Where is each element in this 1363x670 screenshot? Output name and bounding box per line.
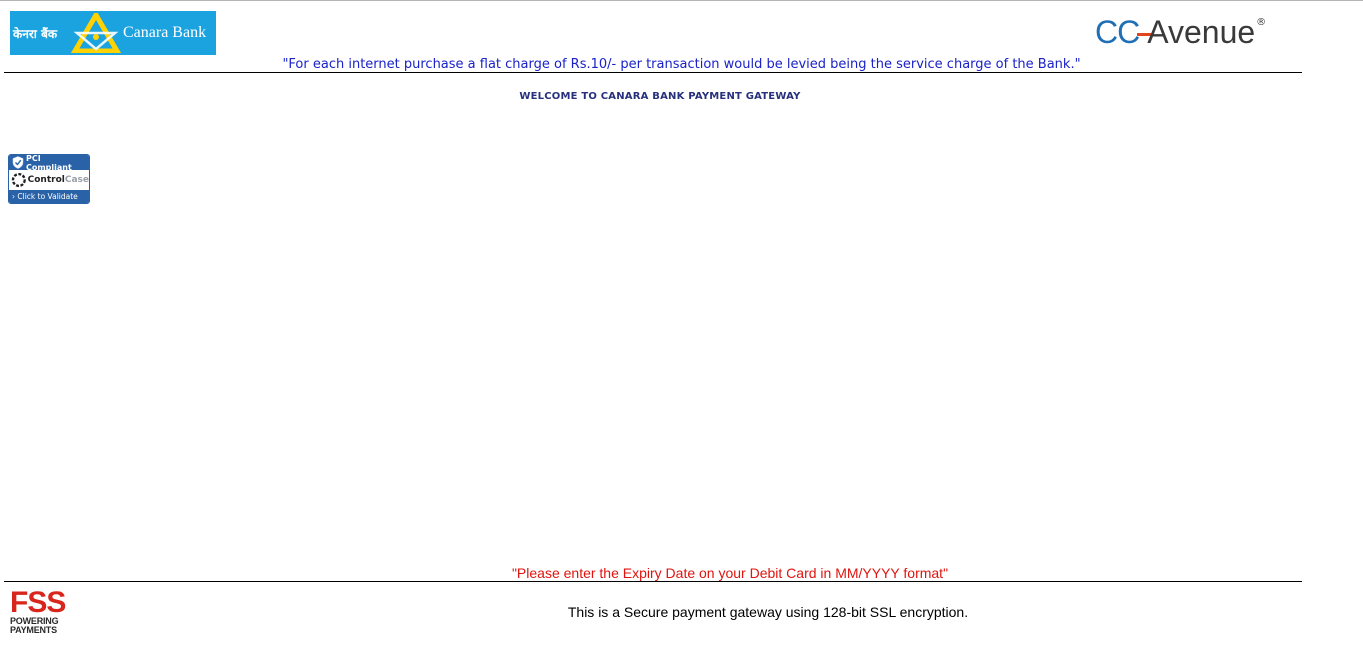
pci-badge-header: PCI Compliant	[9, 154, 89, 172]
ccavenue-logo: CC Avenue ®	[1095, 14, 1266, 50]
pci-compliance-badge[interactable]: PCI Compliant Control Case › Click to Val…	[8, 154, 90, 204]
ccavenue-logo-cc: CC	[1095, 14, 1140, 50]
pci-compliant-label: PCI Compliant	[25, 154, 72, 172]
ccavenue-logo-avenue: Avenue	[1147, 14, 1256, 50]
service-charge-text: "For each internet purchase a flat charg…	[282, 57, 1081, 72]
welcome-title: WELCOME TO CANARA BANK PAYMENT GATEWAY	[519, 91, 801, 102]
canara-bank-logo: केनरा बैंक Canara Bank	[10, 11, 216, 55]
controlcase-ring-icon	[11, 172, 26, 188]
controlcase-logo: Control Case	[9, 170, 89, 190]
canara-bank-name: Canara Bank	[123, 24, 207, 41]
service-charge-notice: "For each internet purchase a flat charg…	[0, 57, 1363, 72]
secure-gateway-message: This is a Secure payment gateway using 1…	[567, 604, 969, 620]
canara-hindi-text: केनरा बैंक	[13, 26, 58, 41]
top-border	[0, 0, 1363, 1]
expiry-date-error-message: "Please enter the Expiry Date on your De…	[511, 565, 949, 581]
fss-tagline-line2: PAYMENTS	[10, 625, 57, 635]
canara-emblem-icon	[71, 13, 121, 53]
controlcase-case-text: Case	[64, 175, 89, 185]
click-to-validate-link[interactable]: › Click to Validate	[9, 190, 89, 203]
registered-mark: ®	[1256, 17, 1267, 28]
controlcase-control-text: Control	[27, 175, 65, 185]
shield-icon	[12, 156, 24, 169]
header-divider	[4, 72, 1302, 73]
footer-divider	[4, 581, 1302, 582]
